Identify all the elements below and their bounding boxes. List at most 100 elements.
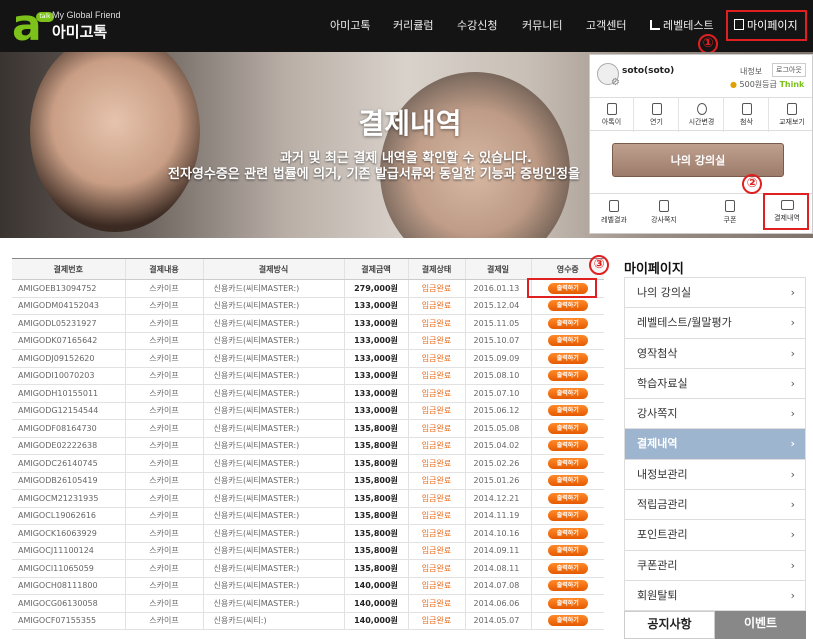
sidebar-item[interactable]: 결제내역 › (625, 429, 805, 460)
logo-name[interactable]: 아미고톡 (52, 21, 107, 42)
annotation-2: ② (742, 174, 762, 194)
sidebar-item[interactable]: 포인트관리 › (625, 520, 805, 551)
sidebar-item[interactable]: 쿠폰관리 › (625, 550, 805, 581)
board-tabs: 공지사항 이벤트 (624, 611, 806, 639)
menu-level-result-label: 레벨결과 (601, 216, 627, 224)
print-receipt-button[interactable]: 출력하기 (547, 422, 588, 434)
sidebar-item[interactable]: 학습자료실 › (625, 368, 805, 400)
payment-method: 신용카드(씨티MASTER:) (202, 454, 344, 473)
tab-event[interactable]: 이벤트 (715, 611, 806, 639)
payment-item: 스카이프 (124, 542, 203, 560)
quick-atok[interactable]: 아톡이 (590, 98, 634, 132)
payment-amount: 135,800원 (343, 524, 408, 543)
quick-menu: 아톡이 연기 시간변경 첨삭 교재보기 (590, 97, 812, 132)
table-row: AMIGODI10070203 스카이프 신용카드(씨티MASTER:) 133,00… (12, 367, 604, 385)
print-receipt-button[interactable]: 출력하기 (547, 370, 588, 382)
sidebar-menu: 나의 강의실 › 레벨테스트/월말평가 › 영작첨삭 › 학습자료실 › 강사쪽지 › 결제내역 › 내… (624, 277, 806, 613)
payment-amount: 133,000원 (343, 402, 408, 420)
print-receipt-button[interactable]: 출력하기 (547, 405, 588, 417)
nav-customer-center[interactable]: 고객센터 (586, 0, 626, 52)
payment-no: AMIGODI10070203 (12, 367, 125, 385)
payment-method: 신용카드(씨티:) (202, 612, 344, 630)
quick-time-change[interactable]: 시간변경 (680, 98, 724, 132)
logo-tagline: My Global Friend (52, 10, 121, 20)
calendar-icon (651, 103, 662, 115)
print-receipt-button[interactable]: 출력하기 (547, 580, 588, 592)
payment-method: 신용카드(씨티MASTER:) (202, 349, 344, 368)
sidebar-item-label: 결제내역 (637, 437, 678, 451)
table-row: AMIGODK07165642 스카이프 신용카드(씨티MASTER:) 133,00… (12, 332, 604, 350)
sidebar-item[interactable]: 회원탈퇴 › (625, 580, 805, 612)
payment-date: 2014.05.07 (464, 612, 531, 630)
payment-amount: 140,000원 (343, 577, 408, 595)
payment-status: 입금완료 (407, 297, 465, 315)
sidebar-item[interactable]: 나의 강의실 › (625, 278, 805, 309)
table-row: AMIGODF08164730 스카이프 신용카드(씨티MASTER:) 135,80… (12, 419, 604, 438)
my-classroom-button[interactable]: 나의 강의실 (612, 143, 784, 177)
payment-item: 스카이프 (124, 402, 203, 420)
payment-amount: 135,800원 (343, 559, 408, 578)
print-receipt-button[interactable]: 출력하기 (547, 615, 588, 627)
print-receipt-button[interactable]: 출력하기 (547, 317, 588, 329)
print-receipt-button[interactable]: 출력하기 (547, 335, 588, 347)
nav-amigotalk[interactable]: 아미고톡 (330, 0, 370, 52)
quick-postpone[interactable]: 연기 (635, 98, 679, 132)
payment-status: 입금완료 (407, 332, 465, 350)
table-row: AMIGOEB13094752 스카이프 신용카드(씨티MASTER:) 279,00… (12, 279, 604, 298)
print-receipt-button[interactable]: 출력하기 (547, 562, 588, 574)
print-receipt-button[interactable]: 출력하기 (547, 300, 588, 312)
payment-method: 신용카드(씨티MASTER:) (202, 524, 344, 543)
payment-date: 2014.07.08 (464, 577, 531, 595)
tab-notice[interactable]: 공지사항 (624, 611, 715, 639)
payment-no: AMIGOCI11065059 (12, 559, 125, 578)
print-receipt-button[interactable]: 출력하기 (547, 597, 588, 609)
payment-method: 신용카드(씨티MASTER:) (202, 542, 344, 560)
my-info-link[interactable]: 내정보 (740, 66, 762, 77)
menu-teacher-note[interactable]: 강사쪽지 (642, 194, 686, 232)
nav-community[interactable]: 커뮤니티 (522, 0, 562, 52)
sidebar-item[interactable]: 내정보관리 › (625, 459, 805, 491)
payment-receipt: 출력하기 (530, 594, 604, 613)
document-icon (741, 103, 752, 115)
print-receipt-button[interactable]: 출력하기 (547, 475, 588, 487)
sidebar-item[interactable]: 강사쪽지 › (625, 399, 805, 430)
table-row: AMIGOCJ11100124 스카이프 신용카드(씨티MASTER:) 135,80… (12, 542, 604, 560)
payment-date: 2014.09.11 (464, 542, 531, 560)
print-receipt-button[interactable]: 출력하기 (547, 440, 588, 452)
print-receipt-button[interactable]: 출력하기 (547, 527, 588, 539)
nav-curriculum[interactable]: 커리큘럼 (393, 0, 433, 52)
quick-textbook[interactable]: 교재보기 (770, 98, 812, 132)
gear-icon[interactable]: ⚙ (611, 77, 620, 88)
sidebar-item-label: 내정보관리 (637, 467, 688, 481)
table-row: AMIGOCG06130058 스카이프 신용카드(씨티MASTER:) 140,00… (12, 594, 604, 613)
quick-correction[interactable]: 첨삭 (725, 98, 769, 132)
payment-status: 입금완료 (407, 437, 465, 455)
payment-receipt: 출력하기 (530, 612, 604, 630)
payment-item: 스카이프 (124, 454, 203, 473)
sidebar-item[interactable]: 적립금관리 › (625, 490, 805, 521)
payment-method: 신용카드(씨티MASTER:) (202, 367, 344, 385)
clock-icon (696, 103, 707, 115)
payment-receipt: 출력하기 (530, 367, 604, 385)
menu-coupon[interactable]: 쿠폰 (708, 194, 752, 232)
print-receipt-button[interactable]: 출력하기 (547, 457, 588, 469)
payment-item: 스카이프 (124, 367, 203, 385)
payment-receipt: 출력하기 (530, 454, 604, 473)
print-receipt-button[interactable]: 출력하기 (547, 545, 588, 557)
sidebar-item[interactable]: 레벨테스트/월말평가 › (625, 308, 805, 339)
nav-enroll[interactable]: 수강신청 (457, 0, 497, 52)
sidebar-item[interactable]: 영작첨삭 › (625, 338, 805, 369)
payment-amount: 140,000원 (343, 612, 408, 630)
print-receipt-button[interactable]: 출력하기 (547, 352, 588, 364)
payment-status: 입금완료 (407, 402, 465, 420)
menu-level-result[interactable]: 레벨결과 (592, 194, 636, 232)
payment-method: 신용카드(씨티MASTER:) (202, 419, 344, 438)
print-receipt-button[interactable]: 출력하기 (547, 492, 588, 504)
payment-receipt: 출력하기 (530, 559, 604, 578)
logout-button[interactable]: 로그아웃 (772, 63, 806, 77)
sidebar-item-label: 레벨테스트/월말평가 (637, 316, 732, 330)
print-receipt-button[interactable]: 출력하기 (547, 387, 588, 399)
print-receipt-button[interactable]: 출력하기 (547, 510, 588, 522)
payment-date: 2014.08.11 (464, 559, 531, 578)
payment-amount: 133,000원 (343, 349, 408, 368)
